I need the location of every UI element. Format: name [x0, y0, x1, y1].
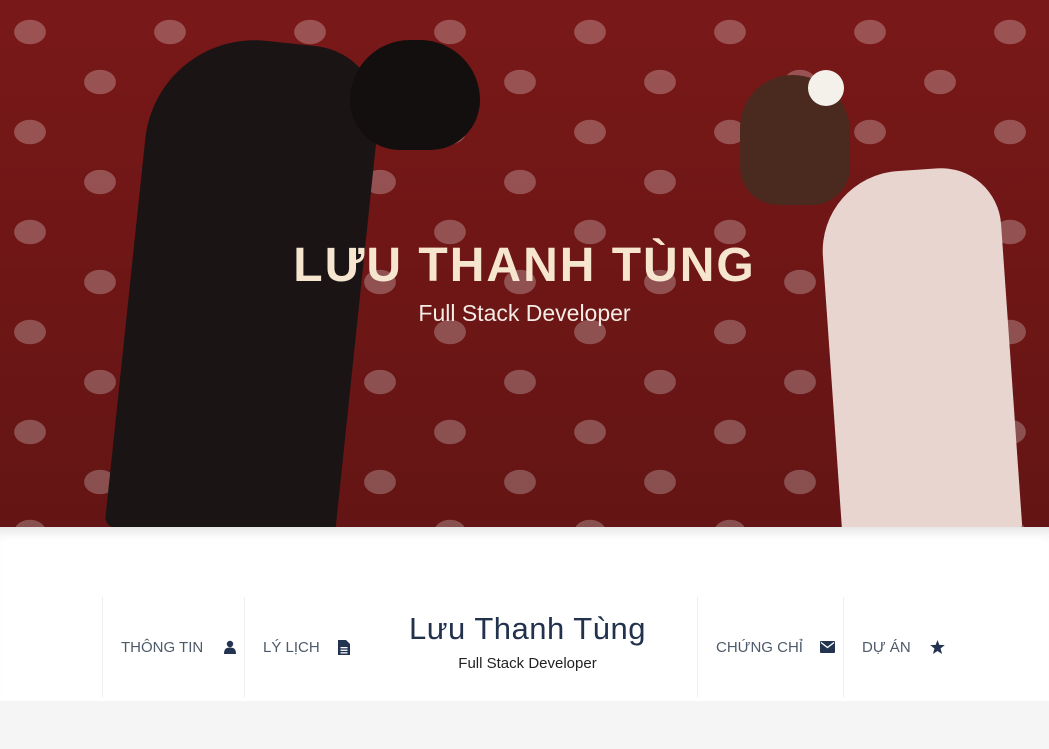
profile-name: Lưu Thanh Tùng [409, 611, 646, 646]
nav-item-ly-lich[interactable]: LÝ LỊCH [244, 597, 358, 697]
nav-item-label: CHỨNG CHỈ [716, 638, 803, 656]
hero-title: LƯU THANH TÙNG [293, 239, 756, 292]
profile-header: Lưu Thanh Tùng Full Stack Developer [349, 611, 706, 672]
nav-item-label: DỰ ÁN [862, 638, 911, 656]
envelope-icon [820, 641, 835, 653]
hero-banner: LƯU THANH TÙNG Full Stack Developer [0, 0, 1049, 527]
nav-item-du-an[interactable]: DỰ ÁN [843, 597, 953, 697]
hero-photo-man-head [350, 40, 480, 150]
star-icon [930, 640, 945, 654]
nav-item-thong-tin[interactable]: THÔNG TIN [102, 597, 244, 697]
user-icon [224, 640, 236, 654]
hair-flower [808, 70, 844, 106]
nav-item-label: THÔNG TIN [121, 638, 204, 656]
hero-photo-woman [817, 164, 1023, 527]
hero-subtitle: Full Stack Developer [418, 300, 631, 326]
content-area [0, 701, 1049, 749]
profile-role: Full Stack Developer [458, 655, 597, 672]
profile-nav: THÔNG TIN LÝ LỊCH Lưu Thanh Tùng Full St… [0, 527, 1049, 701]
nav-item-chung-chi[interactable]: CHỨNG CHỈ [697, 597, 843, 697]
nav-item-label: LÝ LỊCH [263, 638, 320, 656]
